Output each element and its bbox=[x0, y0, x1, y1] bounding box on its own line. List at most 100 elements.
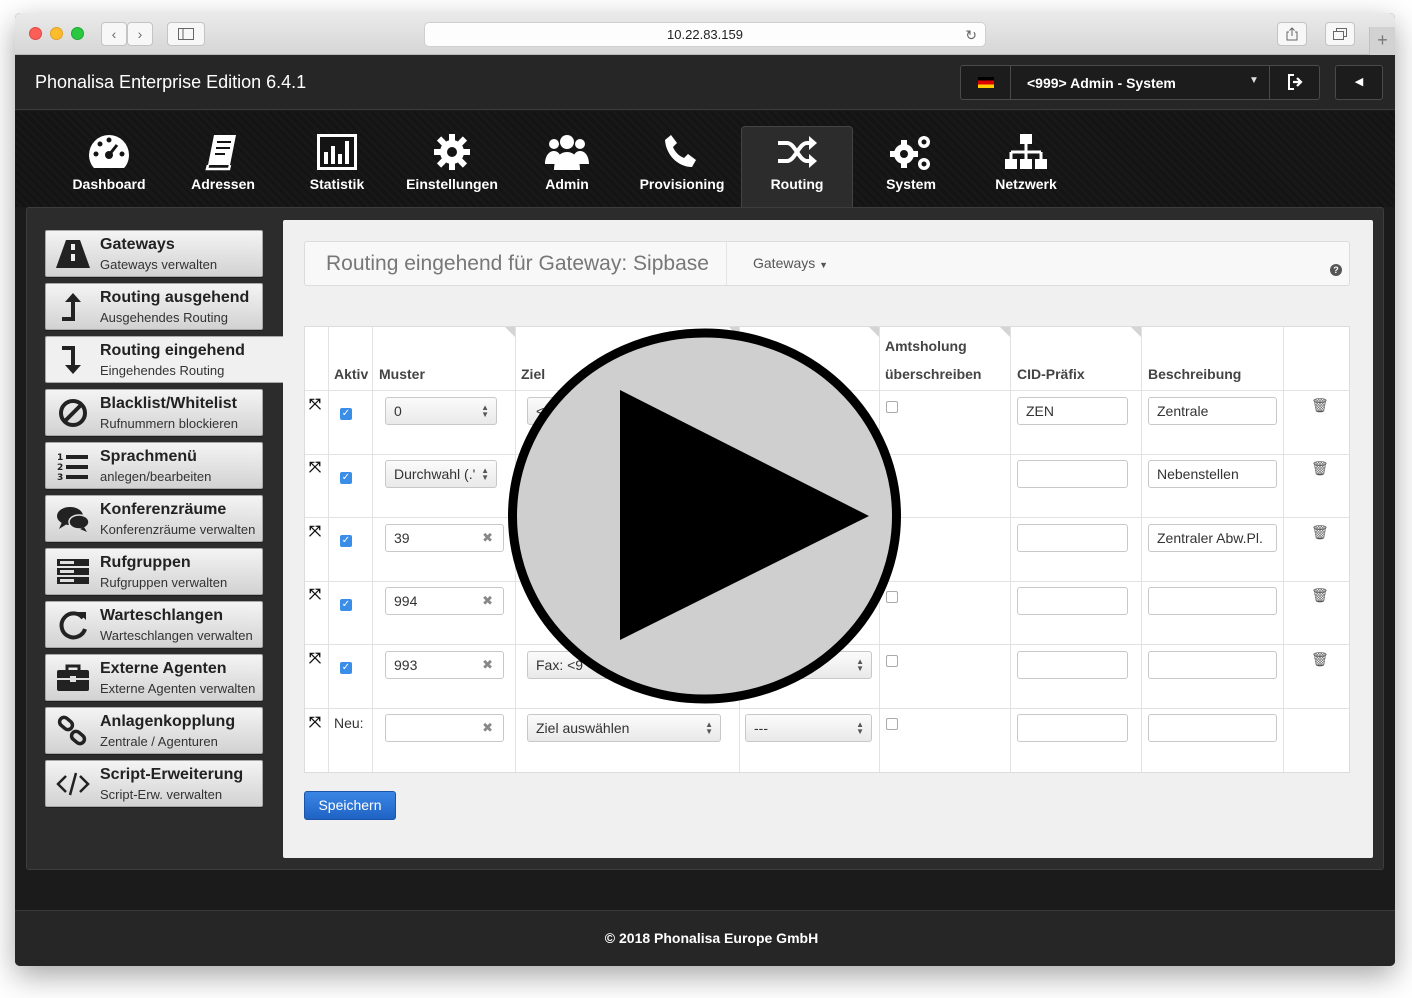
clear-icon[interactable]: ✖ bbox=[482, 652, 493, 678]
caret-down-icon: ▼ bbox=[819, 260, 829, 270]
muster-select[interactable]: 0 ▲ ▼ bbox=[385, 397, 497, 425]
sidebar-item-sprachmenue[interactable]: 123 Sprachmenü anlegen/bearbeiten bbox=[45, 442, 263, 489]
share-button[interactable] bbox=[1277, 22, 1307, 46]
drag-handle-icon[interactable]: ⤧ bbox=[309, 650, 321, 667]
sidebar-item-script-erweiterung[interactable]: Script-Erweiterung Script-Erw. verwalten bbox=[45, 760, 263, 807]
aktiv-checkbox[interactable]: ✓ bbox=[340, 535, 352, 547]
sidebar-title: Warteschlangen bbox=[100, 607, 223, 624]
header-aktiv[interactable]: Aktiv bbox=[334, 366, 368, 382]
new-amtsholung-checkbox[interactable] bbox=[886, 718, 898, 730]
cid-input[interactable]: ZEN bbox=[1017, 397, 1128, 425]
sidebar-subtitle: Konferenzräume verwalten bbox=[100, 522, 256, 537]
logout-button[interactable] bbox=[1269, 66, 1321, 99]
trash-icon[interactable]: 🗑 bbox=[1311, 460, 1329, 477]
nav-adressen[interactable]: Adressen bbox=[167, 127, 279, 207]
clear-icon[interactable]: ✖ bbox=[482, 525, 493, 551]
sort-indicator[interactable] bbox=[1000, 327, 1010, 337]
sidebar-title: Routing ausgehend bbox=[100, 289, 250, 306]
address-bar[interactable]: 10.22.83.159 ↻ bbox=[424, 22, 986, 47]
forward-button[interactable]: › bbox=[127, 22, 153, 46]
sidebar-title: Script-Erweiterung bbox=[100, 766, 244, 783]
nav-provisioning[interactable]: Provisioning bbox=[626, 127, 738, 207]
muster-select[interactable]: Durchwahl (.' ▲ ▼ bbox=[385, 460, 497, 488]
header-beschreibung[interactable]: Beschreibung bbox=[1148, 366, 1241, 382]
play-button-icon[interactable] bbox=[508, 328, 901, 704]
nav-netzwerk[interactable]: Netzwerk bbox=[970, 127, 1082, 207]
nav-routing[interactable]: Routing bbox=[741, 126, 853, 208]
collapse-button[interactable]: ◀ bbox=[1335, 65, 1383, 100]
chevron-right-icon: › bbox=[137, 26, 143, 42]
gateways-label: Gateways bbox=[753, 255, 816, 271]
nav-statistik[interactable]: Statistik bbox=[281, 127, 393, 207]
trash-icon[interactable]: 🗑 bbox=[1311, 524, 1329, 541]
aktiv-checkbox[interactable]: ✓ bbox=[340, 662, 352, 674]
nav-dashboard[interactable]: Dashboard bbox=[53, 127, 165, 207]
sort-indicator[interactable] bbox=[1131, 327, 1141, 337]
minimize-window-button[interactable] bbox=[50, 27, 63, 40]
sidebar-toggle-button[interactable] bbox=[167, 22, 205, 46]
zoom-window-button[interactable] bbox=[71, 27, 84, 40]
new-cid-input[interactable] bbox=[1017, 714, 1128, 742]
beschreibung-input[interactable]: Zentrale bbox=[1148, 397, 1277, 425]
svg-text:1: 1 bbox=[57, 453, 63, 463]
nav-admin[interactable]: Admin bbox=[511, 127, 623, 207]
muster-input[interactable]: 993 ✖ bbox=[385, 651, 504, 679]
trash-icon[interactable]: 🗑 bbox=[1311, 651, 1329, 668]
drag-handle-icon[interactable]: ⤧ bbox=[309, 396, 321, 413]
cid-input[interactable] bbox=[1017, 524, 1128, 552]
clear-icon[interactable]: ✖ bbox=[482, 588, 493, 614]
muster-value: 39 bbox=[394, 530, 410, 546]
sidebar-item-blacklist[interactable]: Blacklist/Whitelist Rufnummern blockiere… bbox=[45, 389, 263, 436]
trash-icon[interactable]: 🗑 bbox=[1311, 397, 1329, 414]
save-button[interactable]: Speichern bbox=[304, 791, 396, 820]
close-window-button[interactable] bbox=[29, 27, 42, 40]
header-muster[interactable]: Muster bbox=[379, 366, 425, 382]
nav-einstellungen[interactable]: Einstellungen bbox=[396, 127, 508, 207]
sidebar-item-routing-eingehend[interactable]: Routing eingehend Eingehendes Routing bbox=[45, 336, 283, 383]
nav-system[interactable]: System bbox=[855, 127, 967, 207]
cid-input[interactable] bbox=[1017, 460, 1128, 488]
sidebar-item-rufgruppen[interactable]: Rufgruppen Rufgruppen verwalten bbox=[45, 548, 263, 595]
new-ziel-select[interactable]: Ziel auswählen ▲ ▼ bbox=[527, 714, 721, 742]
sidebar-item-konferenzraeume[interactable]: Konferenzräume Konferenzräume verwalten bbox=[45, 495, 263, 542]
muster-input[interactable]: 994 ✖ bbox=[385, 587, 504, 615]
cid-input[interactable] bbox=[1017, 587, 1128, 615]
sidebar-item-externe-agenten[interactable]: Externe Agenten Externe Agenten verwalte… bbox=[45, 654, 263, 701]
drag-handle-icon[interactable]: ⤧ bbox=[309, 459, 321, 476]
header-cid-praefix[interactable]: CID-Präfix bbox=[1017, 366, 1085, 382]
dashboard-icon bbox=[89, 135, 129, 168]
drag-handle-icon[interactable]: ⤧ bbox=[309, 586, 321, 603]
beschreibung-input[interactable]: Nebenstellen bbox=[1148, 460, 1277, 488]
sidebar-subtitle: Rufnummern blockieren bbox=[100, 416, 239, 431]
help-icon[interactable]: ? bbox=[1330, 264, 1342, 276]
aktiv-checkbox[interactable]: ✓ bbox=[340, 408, 352, 420]
sidebar-item-warteschlangen[interactable]: Warteschlangen Warteschlangen verwalten bbox=[45, 601, 263, 648]
reload-icon[interactable]: ↻ bbox=[965, 23, 977, 47]
sidebar-subtitle: Externe Agenten verwalten bbox=[100, 681, 256, 696]
new-muster-input[interactable]: ✖ bbox=[385, 714, 504, 742]
beschreibung-input[interactable]: Zentraler Abw.Pl. bbox=[1148, 524, 1277, 552]
back-button[interactable]: ‹ bbox=[101, 22, 127, 46]
aktiv-checkbox[interactable]: ✓ bbox=[340, 472, 352, 484]
beschreibung-input[interactable] bbox=[1148, 651, 1277, 679]
sidebar-item-routing-ausgehend[interactable]: Routing ausgehend Ausgehendes Routing bbox=[45, 283, 263, 330]
language-flag-button[interactable] bbox=[961, 66, 1011, 99]
new-option-select[interactable]: --- ▲ ▼ bbox=[745, 714, 872, 742]
aktiv-checkbox[interactable]: ✓ bbox=[340, 599, 352, 611]
trash-icon[interactable]: 🗑 bbox=[1311, 587, 1329, 604]
cid-input[interactable] bbox=[1017, 651, 1128, 679]
sidebar-title: Externe Agenten bbox=[100, 660, 227, 677]
drag-handle-icon[interactable]: ⤧ bbox=[309, 523, 321, 540]
drag-handle-icon[interactable]: ⤧ bbox=[309, 714, 321, 731]
sidebar-item-anlagenkopplung[interactable]: Anlagenkopplung Zentrale / Agenturen bbox=[45, 707, 263, 754]
clear-icon[interactable]: ✖ bbox=[482, 715, 493, 741]
user-menu[interactable]: <999> Admin - System ▼ bbox=[960, 65, 1320, 100]
tabs-overview-button[interactable] bbox=[1325, 22, 1355, 46]
gateways-dropdown[interactable]: Gateways ▼ bbox=[753, 255, 828, 271]
muster-input[interactable]: 39 ✖ bbox=[385, 524, 504, 552]
new-beschreibung-input[interactable] bbox=[1148, 714, 1277, 742]
sidebar-item-gateways[interactable]: Gateways Gateways verwalten bbox=[45, 230, 263, 277]
refresh-icon bbox=[59, 611, 87, 640]
new-tab-button[interactable]: + bbox=[1369, 27, 1395, 55]
beschreibung-input[interactable] bbox=[1148, 587, 1277, 615]
